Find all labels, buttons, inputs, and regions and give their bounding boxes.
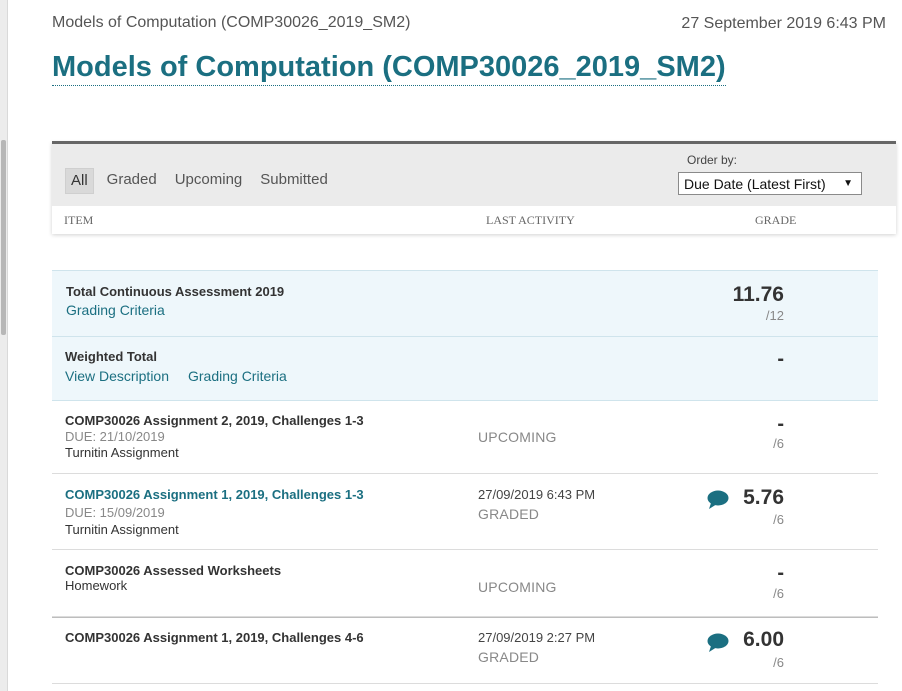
breadcrumb[interactable]: Models of Computation (COMP30026_2019_SM… xyxy=(52,14,410,32)
grading-criteria-link[interactable]: Grading Criteria xyxy=(188,368,287,384)
speech-bubble-icon[interactable] xyxy=(706,632,730,654)
item-type: Homework xyxy=(65,578,128,593)
grade-value: - xyxy=(777,348,784,370)
column-header-item[interactable]: ITEM xyxy=(64,213,93,228)
column-header-row: ITEM LAST ACTIVITY GRADE xyxy=(52,206,896,234)
filter-submitted-button[interactable]: Submitted xyxy=(255,168,333,194)
scrollbar-thumb[interactable] xyxy=(1,140,6,335)
page-title[interactable]: Models of Computation (COMP30026_2019_SM… xyxy=(52,50,726,86)
filter-graded-button[interactable]: Graded xyxy=(102,168,162,194)
activity-status: GRADED xyxy=(478,506,540,522)
order-by-select[interactable]: Due Date (Latest First) ▼ xyxy=(678,172,862,195)
grade-value: - xyxy=(777,413,784,435)
triangle-down-icon: ▼ xyxy=(843,178,853,189)
item-type: Turnitin Assignment xyxy=(65,522,179,537)
grades-list: Total Continuous Assessment 2019 Grading… xyxy=(52,270,878,684)
grade-row-weighted-total[interactable]: Weighted Total View Description Grading … xyxy=(52,337,878,401)
grade-out-of: /12 xyxy=(765,308,784,323)
grade-value: 6.00 xyxy=(743,628,784,651)
activity-date: 27/09/2019 2:27 PM xyxy=(478,630,596,645)
due-date: DUE: 15/09/2019 xyxy=(65,505,165,520)
column-header-last-activity[interactable]: LAST ACTIVITY xyxy=(486,213,575,228)
filter-upcoming-button[interactable]: Upcoming xyxy=(170,168,248,194)
grade-out-of: /6 xyxy=(773,512,784,527)
speech-bubble-icon[interactable] xyxy=(706,489,730,511)
grade-out-of: /6 xyxy=(773,655,784,670)
grading-criteria-link[interactable]: Grading Criteria xyxy=(66,302,165,318)
current-timestamp: 27 September 2019 6:43 PM xyxy=(681,15,886,32)
grade-row-assignment1-ch1-3[interactable]: COMP30026 Assignment 1, 2019, Challenges… xyxy=(52,474,878,550)
column-header-grade[interactable]: GRADE xyxy=(755,213,796,228)
grade-row-total-continuous[interactable]: Total Continuous Assessment 2019 Grading… xyxy=(52,270,878,337)
item-title: COMP30026 Assignment 2, 2019, Challenges… xyxy=(65,413,364,428)
grade-out-of: /6 xyxy=(773,586,784,601)
due-date: DUE: 21/10/2019 xyxy=(65,429,165,444)
activity-status: UPCOMING xyxy=(478,429,557,445)
order-by-value: Due Date (Latest First) xyxy=(684,176,826,192)
activity-status: UPCOMING xyxy=(478,579,557,595)
grade-out-of: /6 xyxy=(773,436,784,451)
item-title: Total Continuous Assessment 2019 xyxy=(66,284,285,299)
grade-row-assignment1-ch4-6[interactable]: COMP30026 Assignment 1, 2019, Challenges… xyxy=(52,617,878,684)
window-scrollbar[interactable] xyxy=(0,0,8,691)
filter-panel: All Graded Upcoming Submitted Order by: … xyxy=(52,141,896,234)
grade-value: 5.76 xyxy=(743,486,784,509)
grade-row-assessed-worksheets[interactable]: COMP30026 Assessed Worksheets Homework U… xyxy=(52,550,878,617)
activity-date: 27/09/2019 6:43 PM xyxy=(478,487,596,502)
item-title: Weighted Total xyxy=(65,349,157,364)
item-type: Turnitin Assignment xyxy=(65,445,179,460)
item-title: COMP30026 Assessed Worksheets xyxy=(65,563,282,578)
view-description-link[interactable]: View Description xyxy=(65,368,169,384)
activity-status: GRADED xyxy=(478,649,540,665)
item-title: COMP30026 Assignment 1, 2019, Challenges… xyxy=(65,630,364,645)
filter-all-button[interactable]: All xyxy=(65,168,94,194)
filter-tabs: All Graded Upcoming Submitted xyxy=(65,168,333,194)
grade-value: 11.76 xyxy=(732,283,784,306)
item-title-link[interactable]: COMP30026 Assignment 1, 2019, Challenges… xyxy=(65,487,364,502)
grade-value: - xyxy=(777,562,784,584)
order-by-label: Order by: xyxy=(687,153,738,167)
grade-row-assignment2[interactable]: COMP30026 Assignment 2, 2019, Challenges… xyxy=(52,401,878,474)
